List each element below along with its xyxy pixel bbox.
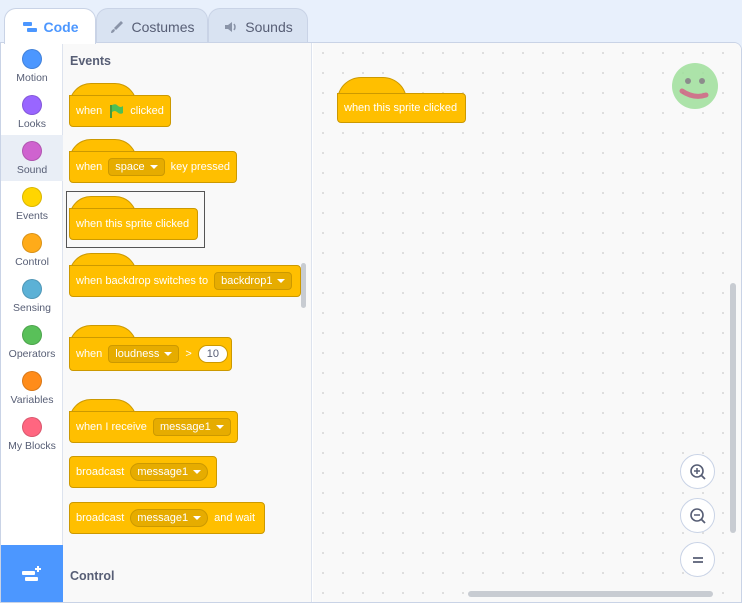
sound-dot-icon: [22, 141, 42, 161]
workspace-horizontal-scrollbar[interactable]: [468, 591, 713, 597]
block-palette: Events when clicked when space key press…: [63, 43, 312, 602]
block-text: clicked: [130, 105, 164, 117]
block-text: when I receive: [76, 421, 147, 433]
block-text: and wait: [214, 512, 256, 524]
zoom-in-icon: [689, 463, 706, 480]
section-title-events: Events: [70, 54, 111, 68]
key-dropdown[interactable]: space: [108, 158, 165, 176]
speaker-icon: [225, 21, 236, 32]
palette-scrollbar[interactable]: [301, 263, 306, 308]
script-workspace[interactable]: when this sprite clicked: [313, 43, 741, 602]
sensing-dot-icon: [22, 279, 42, 299]
chevron-down-icon: [193, 470, 202, 474]
chevron-down-icon: [215, 425, 224, 429]
block-broadcast-and-wait[interactable]: broadcast message1 and wait: [69, 502, 265, 534]
category-label: Operators: [8, 348, 56, 360]
message-dropdown[interactable]: message1: [130, 509, 209, 527]
add-extension-button[interactable]: [1, 545, 63, 602]
chevron-down-icon: [164, 352, 173, 356]
editor-frame: Motion Looks Sound Events Control Sensin…: [0, 42, 742, 603]
dropdown-value: loudness: [115, 348, 160, 360]
category-label: Control: [15, 256, 49, 268]
equals-icon: [692, 556, 703, 563]
scratch-editor: Code Costumes Sounds Motion Looks Sound: [0, 0, 742, 603]
category-label: My Blocks: [8, 440, 56, 452]
block-text: broadcast: [76, 466, 125, 478]
category-looks[interactable]: Looks: [1, 89, 63, 135]
category-variables[interactable]: Variables: [1, 365, 63, 411]
block-text: when: [76, 105, 103, 117]
category-motion[interactable]: Motion: [1, 43, 63, 89]
block-text: >: [185, 348, 192, 360]
category-my-blocks[interactable]: My Blocks: [1, 411, 63, 457]
code-icon: [22, 21, 37, 32]
category-menu: Motion Looks Sound Events Control Sensin…: [1, 43, 63, 602]
zoom-out-icon: [689, 507, 706, 524]
chevron-down-icon: [277, 279, 286, 283]
block-text: key pressed: [170, 161, 230, 173]
dropdown-value: backdrop1: [221, 275, 273, 287]
variables-dot-icon: [22, 371, 42, 391]
tab-costumes[interactable]: Costumes: [96, 8, 208, 44]
zoom-reset-button[interactable]: [680, 542, 715, 577]
block-text: broadcast: [76, 512, 125, 524]
block-text: when backdrop switches to: [76, 275, 209, 287]
dropdown-value: space: [115, 161, 145, 173]
block-when-loudness[interactable]: when loudness > 10: [69, 337, 232, 371]
zoom-in-button[interactable]: [680, 454, 715, 489]
message-dropdown[interactable]: message1: [152, 418, 231, 436]
section-title-control: Control: [70, 569, 115, 583]
category-label: Sound: [16, 164, 48, 176]
zoom-out-button[interactable]: [680, 498, 715, 533]
category-sound[interactable]: Sound: [1, 135, 63, 181]
my-blocks-dot-icon: [22, 417, 42, 437]
block-when-backdrop-switches[interactable]: when backdrop switches to backdrop1: [69, 265, 301, 297]
category-label: Looks: [17, 118, 47, 130]
block-text: when: [76, 161, 103, 173]
category-label: Variables: [10, 394, 54, 406]
workspace-block-when-sprite-clicked[interactable]: when this sprite clicked: [337, 93, 466, 123]
category-control[interactable]: Control: [1, 227, 63, 273]
green-flag-icon: [110, 104, 124, 118]
loudness-value-input[interactable]: 10: [197, 345, 229, 363]
block-when-i-receive[interactable]: when I receive message1: [69, 411, 238, 443]
block-text: when: [76, 348, 103, 360]
category-label: Sensing: [13, 302, 51, 314]
sensor-dropdown[interactable]: loudness: [108, 345, 180, 363]
sprite-preview-icon: [672, 63, 718, 109]
category-operators[interactable]: Operators: [1, 319, 63, 365]
category-sensing[interactable]: Sensing: [1, 273, 63, 319]
chevron-down-icon: [193, 516, 202, 520]
tab-label: Sounds: [245, 18, 293, 35]
dropdown-value: message1: [159, 421, 211, 433]
tab-label: Code: [43, 18, 79, 35]
tab-label: Costumes: [131, 18, 195, 35]
workspace-vertical-scrollbar[interactable]: [730, 283, 736, 533]
message-dropdown[interactable]: message1: [130, 463, 209, 481]
tab-sounds[interactable]: Sounds: [208, 8, 308, 44]
events-dot-icon: [22, 187, 42, 207]
category-label: Events: [15, 210, 49, 222]
selection-outline: [66, 191, 205, 248]
backdrop-dropdown[interactable]: backdrop1: [214, 272, 293, 290]
block-text: when this sprite clicked: [344, 102, 458, 114]
block-broadcast[interactable]: broadcast message1: [69, 456, 217, 488]
tab-code[interactable]: Code: [4, 8, 96, 44]
chevron-down-icon: [149, 165, 158, 169]
block-when-key-pressed[interactable]: when space key pressed: [69, 151, 237, 183]
block-when-flag-clicked[interactable]: when clicked: [69, 95, 171, 127]
operators-dot-icon: [22, 325, 42, 345]
category-label: Motion: [16, 72, 48, 84]
dropdown-value: message1: [137, 466, 189, 478]
category-events[interactable]: Events: [1, 181, 63, 227]
add-extension-icon: [22, 565, 41, 581]
control-dot-icon: [22, 233, 42, 253]
motion-dot-icon: [22, 49, 42, 69]
brush-icon: [111, 20, 124, 33]
dropdown-value: message1: [137, 512, 189, 524]
looks-dot-icon: [22, 95, 42, 115]
